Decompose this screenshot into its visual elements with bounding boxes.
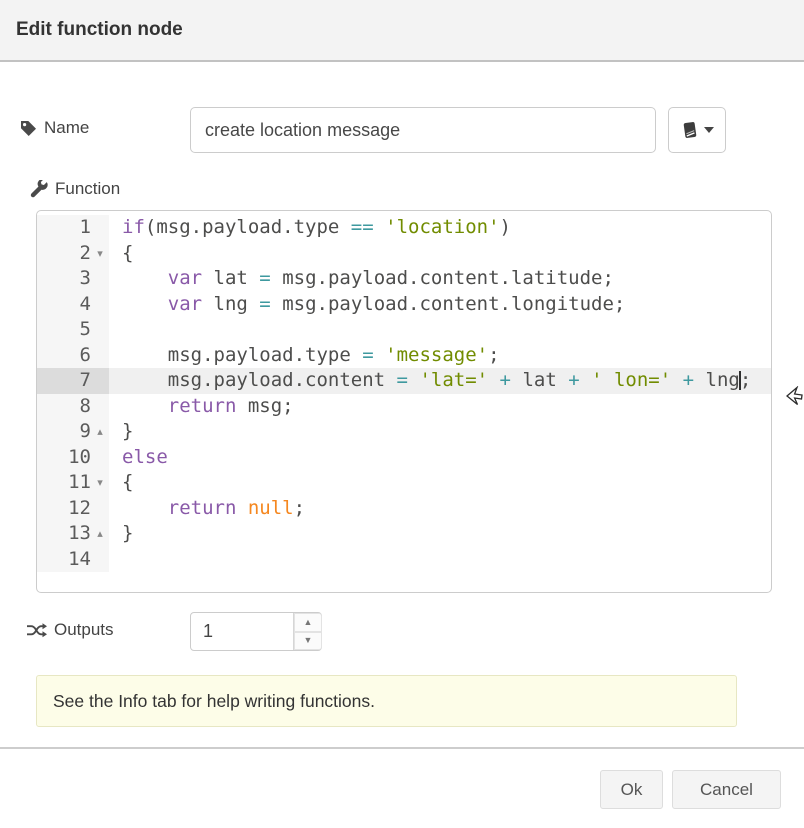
code-line-text: if(msg.payload.type == 'location') [109, 215, 771, 241]
info-tip: See the Info tab for help writing functi… [36, 675, 737, 727]
tag-icon [20, 120, 37, 137]
gutter-line-number: 9▴ [37, 419, 109, 445]
function-label: Function [30, 179, 120, 199]
code-line-text: return null; [109, 496, 771, 522]
code-line-text: else [109, 445, 771, 471]
gutter-line-number: 5 [37, 317, 109, 343]
code-line-text: } [109, 419, 771, 445]
code-line[interactable]: 1if(msg.payload.type == 'location') [37, 215, 771, 241]
name-label: Name [20, 118, 89, 138]
name-input[interactable] [190, 107, 656, 153]
fold-down-icon[interactable]: ▾ [91, 241, 109, 267]
fold-up-icon[interactable]: ▴ [91, 419, 109, 445]
fold-spacer [91, 266, 109, 292]
code-line[interactable]: 6 msg.payload.type = 'message'; [37, 343, 771, 369]
gutter-line-number: 4 [37, 292, 109, 318]
info-tip-text: See the Info tab for help writing functi… [53, 691, 375, 712]
code-line-text: return msg; [109, 394, 771, 420]
caret-up-icon: ▲ [304, 618, 313, 627]
gutter-line-number: 12 [37, 496, 109, 522]
fold-spacer [91, 445, 109, 471]
code-editor[interactable]: 1if(msg.payload.type == 'location')2▾{3 … [36, 210, 772, 593]
book-icon [681, 121, 699, 139]
code-line-text: msg.payload.type = 'message'; [109, 343, 771, 369]
fold-spacer [91, 343, 109, 369]
footer-divider [0, 747, 804, 749]
function-label-text: Function [55, 179, 120, 199]
code-line[interactable]: 5 [37, 317, 771, 343]
code-line[interactable]: 13▴} [37, 521, 771, 547]
caret-down-icon: ▼ [304, 636, 313, 645]
gutter-line-number: 1 [37, 215, 109, 241]
gutter-line-number: 6 [37, 343, 109, 369]
fold-spacer [91, 496, 109, 522]
code-line[interactable]: 14 [37, 547, 771, 573]
mouse-cursor-icon [786, 386, 804, 408]
gutter-line-number: 14 [37, 547, 109, 573]
code-line-text: var lng = msg.payload.content.longitude; [109, 292, 771, 318]
shuffle-icon [26, 622, 47, 639]
code-line[interactable]: 3 var lat = msg.payload.content.latitude… [37, 266, 771, 292]
outputs-input[interactable] [191, 613, 293, 650]
spinner-down-button[interactable]: ▼ [294, 632, 322, 651]
code-line-text [109, 317, 771, 343]
fold-spacer [91, 547, 109, 573]
ok-button[interactable]: Ok [600, 770, 663, 809]
code-line[interactable]: 8 return msg; [37, 394, 771, 420]
outputs-spinner: ▲ ▼ [190, 612, 322, 651]
gutter-line-number: 8 [37, 394, 109, 420]
fold-spacer [91, 292, 109, 318]
gutter-line-number: 2▾ [37, 241, 109, 267]
code-line-text: var lat = msg.payload.content.latitude; [109, 266, 771, 292]
spinner-up-button[interactable]: ▲ [294, 613, 322, 632]
wrench-icon [30, 180, 48, 198]
outputs-label: Outputs [26, 620, 114, 640]
code-line[interactable]: 2▾{ [37, 241, 771, 267]
gutter-line-number: 10 [37, 445, 109, 471]
code-lines: 1if(msg.payload.type == 'location')2▾{3 … [37, 215, 771, 572]
fold-down-icon[interactable]: ▾ [91, 470, 109, 496]
fold-spacer [91, 394, 109, 420]
code-line-text: } [109, 521, 771, 547]
code-line[interactable]: 10else [37, 445, 771, 471]
code-line[interactable]: 7 msg.payload.content = 'lat=' + lat + '… [37, 368, 771, 394]
code-line[interactable]: 9▴} [37, 419, 771, 445]
gutter-line-number: 3 [37, 266, 109, 292]
name-label-text: Name [44, 118, 89, 138]
gutter-line-number: 7 [37, 368, 109, 394]
dialog-title: Edit function node [16, 0, 183, 60]
fold-up-icon[interactable]: ▴ [91, 521, 109, 547]
fold-spacer [91, 368, 109, 394]
code-line-text: { [109, 241, 771, 267]
library-button[interactable] [668, 107, 726, 153]
code-line[interactable]: 4 var lng = msg.payload.content.longitud… [37, 292, 771, 318]
fold-spacer [91, 317, 109, 343]
code-line[interactable]: 11▾{ [37, 470, 771, 496]
code-line[interactable]: 12 return null; [37, 496, 771, 522]
code-line-text: msg.payload.content = 'lat=' + lat + ' l… [109, 368, 771, 394]
cancel-button[interactable]: Cancel [672, 770, 781, 809]
gutter-line-number: 13▴ [37, 521, 109, 547]
dialog-header: Edit function node [0, 0, 804, 62]
code-line-text [109, 547, 771, 573]
caret-down-icon [704, 127, 714, 133]
code-line-text: { [109, 470, 771, 496]
outputs-label-text: Outputs [54, 620, 114, 640]
edit-function-dialog: Edit function node Name Function 1if(msg… [0, 0, 804, 828]
gutter-line-number: 11▾ [37, 470, 109, 496]
fold-spacer [91, 215, 109, 241]
spinner-buttons: ▲ ▼ [293, 613, 322, 650]
